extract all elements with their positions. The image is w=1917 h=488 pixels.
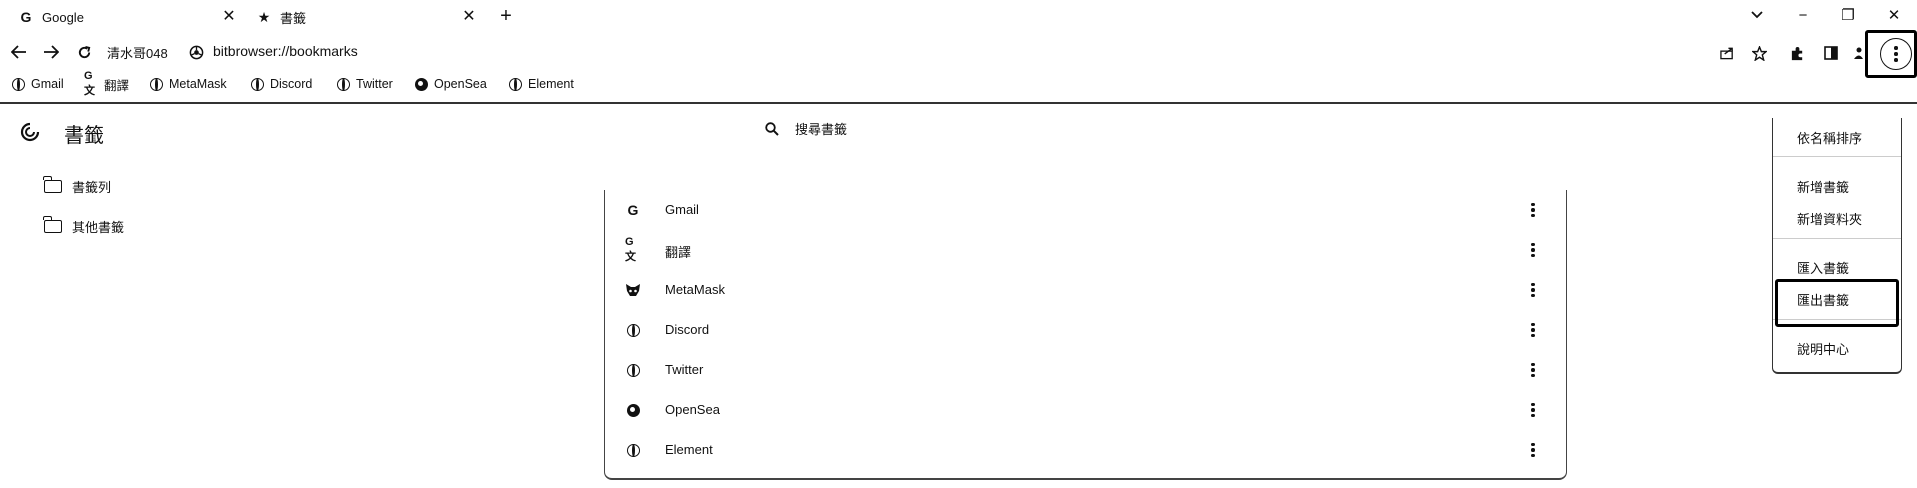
- tab-title: 書籤: [280, 10, 307, 26]
- share-icon[interactable]: [1716, 42, 1738, 64]
- list-item[interactable]: G Gmail: [605, 190, 1566, 230]
- menu-item-import-bookmarks[interactable]: 匯入書籤: [1797, 258, 1849, 277]
- globe-icon: [508, 77, 522, 91]
- close-tab-icon[interactable]: ✕: [219, 6, 239, 26]
- list-item[interactable]: Element: [605, 430, 1566, 470]
- organize-menu: 依名稱排序 新增書籤 新增資料夾 匯入書籤 匯出書籤 說明中心: [1772, 118, 1902, 374]
- list-item[interactable]: G文 翻譯: [605, 230, 1566, 270]
- translate-icon: G文: [84, 70, 95, 97]
- globe-icon: [336, 77, 350, 91]
- menu-item-sort-by-name[interactable]: 依名稱排序: [1797, 128, 1862, 147]
- folder-icon: [43, 175, 62, 193]
- address-bar[interactable]: bitbrowser://bookmarks: [213, 43, 358, 59]
- star-icon: ★: [257, 8, 271, 25]
- globe-icon: [11, 77, 25, 91]
- minimize-button[interactable]: −: [1788, 4, 1818, 26]
- more-actions-icon[interactable]: [1523, 239, 1543, 261]
- menu-divider: [1773, 238, 1901, 239]
- profile-icon[interactable]: [1852, 42, 1864, 64]
- tab-google[interactable]: G Google: [18, 4, 84, 30]
- bookmarks-logo-icon: [20, 122, 40, 142]
- back-button[interactable]: [8, 41, 30, 63]
- globe-icon: [625, 442, 641, 458]
- globe-icon: [250, 77, 264, 91]
- close-tab-icon[interactable]: ✕: [459, 6, 479, 26]
- bookmark-bar-item-discord[interactable]: Discord: [250, 75, 312, 93]
- list-item[interactable]: Twitter: [605, 350, 1566, 390]
- bookmark-bar-item-opensea[interactable]: OpenSea: [414, 75, 487, 93]
- folder-bookmarks-bar[interactable]: 書籤列: [43, 175, 111, 197]
- tab-search-chevron-icon[interactable]: [1742, 4, 1772, 26]
- close-window-button[interactable]: ✕: [1879, 4, 1909, 26]
- forward-button[interactable]: [40, 41, 62, 63]
- search-icon: [765, 121, 779, 136]
- export-bookmarks-highlight: [1775, 279, 1899, 327]
- bookmark-bar-item-element[interactable]: Element: [508, 75, 574, 93]
- more-actions-icon[interactable]: [1523, 319, 1543, 341]
- globe-icon: [149, 77, 163, 91]
- side-panel-icon[interactable]: [1820, 42, 1842, 64]
- translate-icon: G文: [625, 236, 636, 263]
- extensions-icon[interactable]: [1786, 42, 1808, 64]
- restore-button[interactable]: ❐: [1833, 4, 1863, 26]
- page-title: 書籤: [64, 125, 104, 147]
- opensea-icon: [414, 77, 428, 91]
- bookmark-bar-item-translate[interactable]: G文 翻譯: [84, 70, 129, 97]
- tab-title: Google: [42, 9, 84, 25]
- more-actions-icon[interactable]: [1523, 359, 1543, 381]
- menu-item-add-bookmark[interactable]: 新增書籤: [1797, 177, 1849, 196]
- folder-icon: [43, 215, 62, 233]
- more-actions-icon[interactable]: [1523, 439, 1543, 461]
- new-tab-button[interactable]: +: [496, 5, 516, 27]
- folder-other-bookmarks[interactable]: 其他書籤: [43, 215, 124, 237]
- menu-item-add-folder[interactable]: 新增資料夾: [1797, 209, 1862, 228]
- bookmark-bar-item-twitter[interactable]: Twitter: [336, 75, 393, 93]
- google-icon: G: [20, 9, 32, 25]
- browser-logo-icon: [189, 45, 205, 61]
- profile-name[interactable]: 清水哥048: [107, 43, 168, 62]
- menu-item-help-center[interactable]: 說明中心: [1797, 339, 1849, 358]
- google-icon: G: [627, 202, 639, 218]
- tab-bookmarks[interactable]: ★ 書籤: [256, 4, 306, 30]
- metamask-icon: [625, 282, 641, 298]
- list-item[interactable]: OpenSea: [605, 390, 1566, 430]
- menu-divider: [1773, 156, 1901, 157]
- bookmark-star-icon[interactable]: [1748, 42, 1770, 64]
- list-item[interactable]: MetaMask: [605, 270, 1566, 310]
- bookmark-bar-item-gmail[interactable]: Gmail: [11, 75, 64, 93]
- more-actions-icon[interactable]: [1523, 199, 1543, 221]
- menu-button-highlight: [1865, 30, 1917, 78]
- reload-button[interactable]: [73, 41, 95, 63]
- toolbar-divider: [0, 102, 1917, 104]
- globe-icon: [625, 362, 641, 378]
- more-actions-icon[interactable]: [1523, 279, 1543, 301]
- list-item[interactable]: Discord: [605, 310, 1566, 350]
- more-actions-icon[interactable]: [1523, 399, 1543, 421]
- opensea-icon: [625, 402, 641, 418]
- globe-icon: [625, 322, 641, 338]
- bookmark-bar-item-metamask[interactable]: MetaMask: [149, 75, 227, 93]
- search-input[interactable]: 搜尋書籤: [795, 119, 847, 138]
- search-bar[interactable]: 搜尋書籤: [765, 119, 847, 138]
- bookmark-list: G Gmail G文 翻譯 MetaMask Discord Twitter O…: [604, 190, 1567, 480]
